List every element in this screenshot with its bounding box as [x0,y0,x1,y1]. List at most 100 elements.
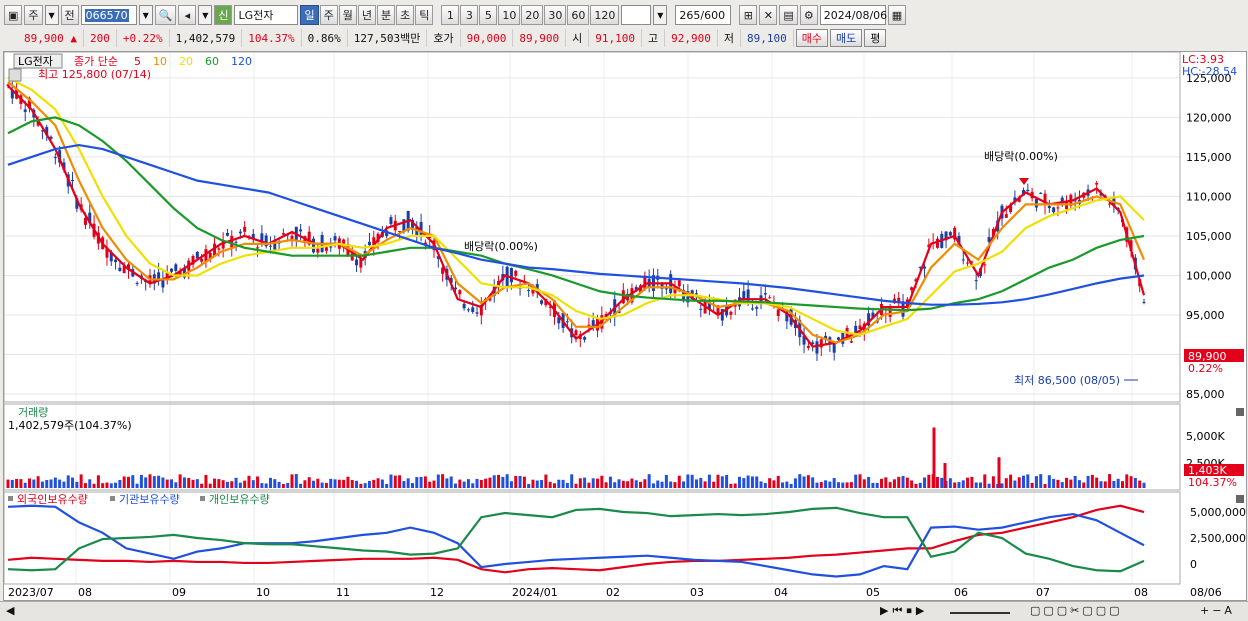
tab-multiplier-30[interactable]: 30 [544,5,567,25]
mode2-select[interactable]: 전 [60,5,79,25]
volume-bar [738,476,742,488]
save-icon[interactable]: ▤ [779,5,798,25]
volume-bar [733,483,737,488]
volume-bar [385,483,389,488]
volume-bar [552,483,556,488]
candle-body [849,341,853,343]
blank-dropdown-icon[interactable]: ▼ [653,5,668,25]
chart-area[interactable]: 125,000 120,000 115,000 110,000 105,000 100,0… [3,51,1247,601]
volume-bar [83,483,87,488]
date-field[interactable]: 2024/08/06 [819,5,887,25]
tab-period-4[interactable]: 분 [376,5,396,25]
candle-body [694,293,698,295]
volume-bar [1009,474,1013,488]
tab-multiplier-3[interactable]: 3 [460,5,479,25]
calendar-icon[interactable]: ▦ [887,5,907,25]
tab-period-6[interactable]: 틱 [415,5,434,25]
hoga-label: 호가 [427,29,461,47]
tab-multiplier-20[interactable]: 20 [521,5,544,25]
mode1-select[interactable]: 주 [24,5,43,25]
gear-icon[interactable]: ⚙ [799,5,818,25]
volume-bar [191,479,195,488]
volume-bar [854,474,858,488]
speaker-dropdown-icon[interactable]: ▼ [198,5,213,25]
low-price: 89,100 [741,29,794,47]
moving-averages [7,76,1146,348]
x-tick-label: 06 [954,586,968,599]
tab-multiplier-60[interactable]: 60 [567,5,590,25]
volume-bar [725,474,729,488]
volume-bar [617,479,621,488]
volume-panel-close-icon[interactable] [1236,408,1244,416]
ma-legend: 5 10 20 60 120 [134,55,252,68]
volume-bar [1052,478,1056,488]
chevron-down-icon[interactable]: ▼ [44,5,59,25]
volume-bar [1039,474,1043,488]
buy-button[interactable]: 매수 [795,29,828,47]
tab-period-5[interactable]: 초 [396,5,415,25]
count-field[interactable]: 265/600 [675,5,732,25]
tab-multiplier-5[interactable]: 5 [479,5,498,25]
volume-bar [953,482,957,488]
tab-multiplier-10[interactable]: 10 [498,5,521,25]
volume-bar [367,480,371,488]
cross-icon[interactable]: ✕ [759,5,778,25]
volume-bar [505,474,509,488]
volume-bar [144,477,148,488]
volume-bar [527,483,531,488]
volume-bar [333,479,337,488]
volume-bar [92,483,96,488]
candle-body [509,268,513,283]
volume-bar [613,482,617,488]
volume-bar [114,482,118,488]
code-dropdown-icon[interactable]: ▼ [138,5,153,25]
volume-bar [974,482,978,488]
candle-body [217,248,221,250]
volume-bar [742,478,746,488]
search-icon[interactable]: 🔍 [154,5,177,25]
volume-bar [574,483,578,488]
x-tick-label: 10 [256,586,270,599]
volume-bar [1069,479,1073,488]
tab-period-3[interactable]: 년 [357,5,376,25]
ma-line-20 [7,76,1145,336]
div-note-1: 배당락(0.00%) [984,150,1058,163]
tab-period-1[interactable]: 주 [319,5,338,25]
tool-icons[interactable]: ▢▢▢✂▢▢▢ [1030,604,1123,617]
avg-button[interactable]: 평 [864,29,887,47]
volume-bar [268,477,272,488]
tab-multiplier-1[interactable]: 1 [441,5,460,25]
volume-bar [608,476,612,488]
tab-multiplier-120[interactable]: 120 [590,5,620,25]
zoom-icons[interactable]: +−A [1200,604,1235,617]
volume-bar [187,478,191,488]
zoom-slider[interactable] [950,604,1010,614]
bottom-scrollbar[interactable]: ◀ ▶⏮⏹▶ ▢▢▢✂▢▢▢ +−A [0,601,1248,621]
stock-code-input[interactable]: 066570 [80,5,137,25]
candle-body [815,341,819,354]
stock-name-field[interactable]: LG전자 [234,5,299,25]
candles [6,81,1146,361]
candle-body [983,264,987,266]
volume-bar [363,483,367,488]
speaker-icon[interactable]: ◂ [178,5,197,25]
volume-bar [699,477,703,488]
chart-icon[interactable]: ▣ [4,5,23,25]
playback-controls-icon[interactable]: ▶⏮⏹▶ [880,604,928,618]
holding-panel-close-icon[interactable] [1236,495,1244,503]
blank-field[interactable] [621,5,652,25]
y-tick-label: 115,000 [1186,151,1232,164]
sell-button[interactable]: 매도 [829,29,863,47]
tab-period-2[interactable]: 월 [338,5,357,25]
volume-bar [1095,477,1099,488]
candle-body [135,282,139,284]
volume-bar [312,480,316,488]
volume-bar [359,483,363,488]
hold-tick-5m: 5,000,000 [1190,506,1246,519]
scroll-left-icon[interactable]: ◀ [6,604,14,617]
volume-bar [561,479,565,488]
tab-period-0[interactable]: 일 [300,5,319,25]
grid-icon[interactable]: ⊞ [739,5,758,25]
volume-bar [419,476,423,488]
chart-svg[interactable]: 125,000120,000115,000110,000105,000100,0… [3,51,1246,600]
